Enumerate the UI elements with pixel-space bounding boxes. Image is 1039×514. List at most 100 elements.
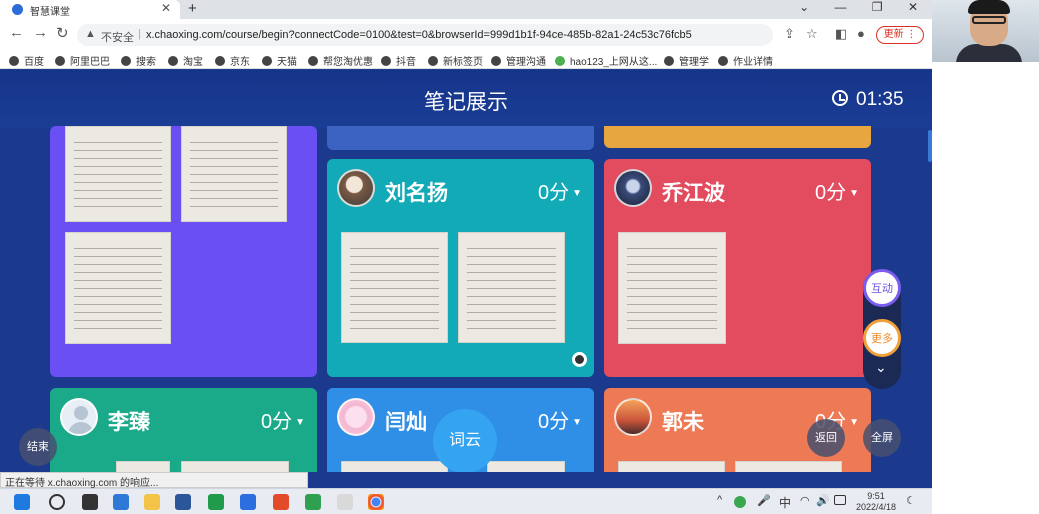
tray-overflow-icon[interactable]: ^ [717, 494, 722, 506]
wps-icon[interactable] [273, 494, 289, 510]
window-controls: ⌄ — ❐ ✕ [777, 0, 918, 14]
update-button[interactable]: 更新 ⋮ [876, 26, 924, 44]
sidebar-icon[interactable]: ◧ [835, 26, 847, 42]
note-image[interactable] [341, 232, 448, 343]
globe-icon [262, 56, 272, 66]
globe-icon [491, 56, 501, 66]
windows-start-icon[interactable] [14, 494, 30, 510]
forward-arrow-icon[interactable]: → [33, 24, 48, 41]
student-name: 郭未 [662, 411, 704, 434]
interact-button[interactable]: 互动 [863, 269, 901, 307]
url-input[interactable]: ▲ 不安全 | x.chaoxing.com/course/begin?conn… [77, 24, 773, 46]
note-card-partial[interactable] [604, 126, 871, 148]
avatar [337, 398, 375, 436]
tab-search-icon[interactable]: ⌄ [799, 0, 809, 14]
student-note-card[interactable]: 刘名扬 0分 ▼ [327, 159, 594, 377]
ie-icon[interactable] [208, 494, 224, 510]
more-button[interactable]: 更多 [863, 319, 901, 357]
note-card-partial[interactable] [327, 126, 594, 150]
back-button[interactable]: 返回 [807, 419, 845, 457]
student-name: 刘名扬 [385, 182, 448, 205]
note-image[interactable] [65, 126, 171, 222]
wifi-icon[interactable]: ◠ [800, 494, 810, 507]
task-view-icon[interactable] [82, 494, 98, 510]
note-image[interactable] [116, 461, 170, 472]
note-image[interactable] [181, 461, 289, 472]
bookmark-item[interactable]: 搜索 [121, 53, 156, 68]
bookmark-item[interactable]: 阿里巴巴 [55, 53, 110, 68]
caret-down-icon: ▼ [572, 188, 582, 199]
score-dropdown[interactable]: 0分▼ [261, 405, 305, 434]
volume-icon[interactable]: 🔊 [816, 494, 830, 507]
back-arrow-icon[interactable]: ← [9, 24, 24, 41]
url-separator: | [138, 28, 141, 40]
bookmark-item[interactable]: 淘宝 [168, 53, 203, 68]
note-image[interactable] [618, 461, 725, 472]
avatar [60, 398, 98, 436]
scrollbar-thumb[interactable] [928, 130, 932, 162]
globe-icon [9, 56, 19, 66]
share-icon[interactable]: ⇪ [784, 26, 795, 42]
chrome-icon[interactable] [368, 494, 384, 510]
note-image[interactable] [341, 461, 448, 472]
file-explorer-icon[interactable] [144, 494, 160, 510]
globe-icon [55, 56, 65, 66]
battery-icon[interactable] [834, 495, 846, 505]
tab-close-icon[interactable]: ✕ [161, 1, 171, 15]
score-dropdown[interactable]: 0分▼ [815, 176, 859, 205]
word-icon[interactable] [175, 494, 191, 510]
word-cloud-button[interactable]: 词云 [433, 409, 497, 472]
bookmark-item[interactable]: 管理学 [664, 53, 709, 68]
blank-side-panel [932, 62, 1039, 488]
bookmark-item[interactable]: 作业详情 [718, 53, 773, 68]
score-dropdown[interactable]: 0分▼ [538, 405, 582, 434]
note-image[interactable] [618, 232, 726, 344]
ime-indicator[interactable]: 中 [779, 494, 791, 511]
chevron-down-icon[interactable]: ⌄ [875, 359, 887, 376]
address-bar-row: ← → ↻ ▲ 不安全 | x.chaoxing.com/course/begi… [0, 19, 932, 49]
fullscreen-button[interactable]: 全屏 [863, 419, 901, 457]
note-image[interactable] [65, 232, 171, 344]
bookmark-item[interactable]: 京东 [215, 53, 250, 68]
note-image[interactable] [735, 461, 842, 472]
student-note-card[interactable]: 乔江波 0分 ▼ [604, 159, 871, 377]
app-icon[interactable] [240, 494, 256, 510]
note-image[interactable] [458, 232, 565, 343]
globe-icon [718, 56, 728, 66]
microphone-icon[interactable]: 🎤 [757, 494, 771, 507]
bookmark-item[interactable]: 天猫 [262, 53, 297, 68]
timer: 01:35 [832, 89, 904, 111]
note-card-partial[interactable] [50, 126, 317, 377]
note-image[interactable] [487, 461, 565, 472]
bookmark-item[interactable]: 百度 [9, 53, 44, 68]
profile-icon[interactable]: ● [857, 26, 865, 41]
notification-icon[interactable]: ☾ [906, 494, 916, 507]
reload-icon[interactable]: ↻ [56, 24, 69, 42]
bookmark-item[interactable]: 帮您淘优惠 [308, 53, 373, 68]
end-button[interactable]: 结束 [19, 428, 57, 466]
search-icon[interactable] [49, 494, 65, 510]
windows-taskbar: ^ 🎤 中 ◠ 🔊 9:51 2022/4/18 ☾ [0, 488, 932, 514]
bookmark-item[interactable]: 抖音 [381, 53, 416, 68]
new-tab-button[interactable]: + [188, 0, 197, 17]
caret-down-icon: ▼ [849, 417, 859, 428]
bookmark-item[interactable]: hao123_上网从这... [555, 53, 657, 68]
taskbar-clock[interactable]: 9:51 2022/4/18 [846, 491, 906, 513]
tray-app-icon[interactable] [734, 496, 746, 508]
wechat-icon[interactable] [305, 494, 321, 510]
bookmark-star-icon[interactable]: ☆ [806, 26, 818, 42]
move-icon[interactable] [572, 352, 587, 367]
minimize-icon[interactable]: — [834, 0, 846, 14]
restore-icon[interactable]: ❐ [872, 0, 883, 14]
app-icon[interactable] [337, 494, 353, 510]
bookmark-item[interactable]: 新标签页 [428, 53, 483, 68]
note-display-app: 笔记展示 01:35 刘名扬 0分 ▼ 乔江波 0分 ▼ 李臻 0分 ▼ 闫灿 … [0, 70, 932, 472]
screen: 智慧课堂 ✕ + ⌄ — ❐ ✕ ← → ↻ ▲ 不安全 | x.chaoxin… [0, 0, 1039, 514]
score-dropdown[interactable]: 0分▼ [538, 176, 582, 205]
window-close-icon[interactable]: ✕ [908, 0, 918, 14]
widgets-icon[interactable] [113, 494, 129, 510]
note-image[interactable] [181, 126, 287, 222]
student-note-card[interactable]: 李臻 0分 ▼ [50, 388, 317, 472]
bookmark-item[interactable]: 管理沟通 [491, 53, 546, 68]
browser-tab[interactable]: 智慧课堂 ✕ [0, 0, 180, 19]
